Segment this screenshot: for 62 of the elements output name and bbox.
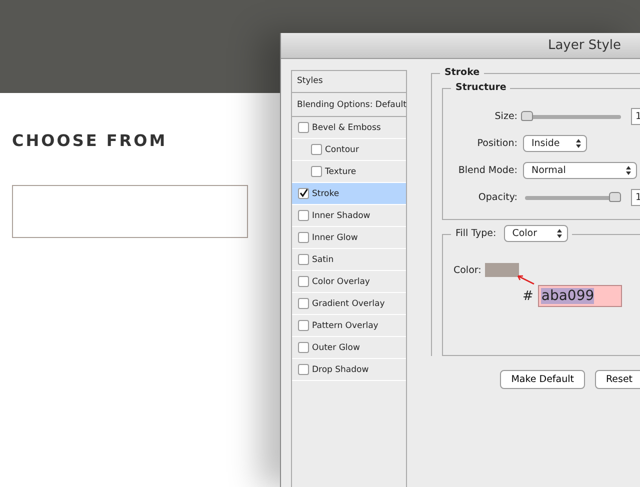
slider-thumb[interactable] <box>521 110 534 120</box>
dropdown[interactable]: Inside <box>523 135 588 152</box>
list-item[interactable]: Contour <box>292 139 406 161</box>
list-item[interactable]: Bevel & Emboss <box>292 117 406 139</box>
item-label: Pattern Overlay <box>312 320 378 330</box>
item-label: Inner Glow <box>312 232 358 242</box>
group-title: Stroke <box>440 67 484 78</box>
field-label: Fill Type: <box>455 228 496 239</box>
checkbox[interactable] <box>298 342 309 353</box>
item-label: Contour <box>325 144 359 154</box>
field-label: Blend Mode: <box>457 165 518 176</box>
checkbox[interactable] <box>311 166 322 177</box>
dialog-button[interactable]: Reset <box>594 370 640 389</box>
field-label: Position: <box>476 138 518 149</box>
dialog-button[interactable]: Make Default <box>500 370 585 389</box>
checkbox[interactable] <box>298 298 309 309</box>
dropdown[interactable]: Normal <box>523 162 638 179</box>
list-item[interactable]: Color Overlay <box>292 271 406 293</box>
group-title: Structure <box>451 82 510 93</box>
item-label: Satin <box>312 254 334 264</box>
window-title: Layer Style <box>548 38 621 53</box>
checkbox[interactable] <box>311 144 322 155</box>
item-label: Color Overlay <box>312 276 370 286</box>
hash-label: # <box>522 288 534 304</box>
item-label: Gradient Overlay <box>312 298 385 308</box>
checkbox[interactable] <box>298 122 309 133</box>
field-label: Color: <box>453 264 482 276</box>
arrow-icon <box>515 273 536 285</box>
list-item[interactable]: Gradient Overlay <box>292 293 406 315</box>
field-label: Opacity: <box>477 192 518 203</box>
stepper-arrows-icon <box>557 229 562 238</box>
item-label: Inner Shadow <box>312 210 370 220</box>
stepper-arrows-icon <box>576 139 582 148</box>
list-item[interactable]: Blending Options: Default <box>292 93 406 117</box>
item-label: Outer Glow <box>312 342 360 352</box>
color-swatch[interactable] <box>485 263 520 277</box>
checkbox[interactable] <box>298 188 309 199</box>
list-item[interactable]: Drop Shadow <box>292 359 406 381</box>
item-label: Stroke <box>312 188 340 198</box>
list-item[interactable]: Inner Shadow <box>292 205 406 227</box>
slider-thumb[interactable] <box>609 192 622 202</box>
list-item[interactable]: Pattern Overlay <box>292 315 406 337</box>
item-label: Drop Shadow <box>312 364 369 374</box>
checkbox[interactable] <box>298 276 309 287</box>
list-item[interactable]: Satin <box>292 249 406 271</box>
checkbox[interactable] <box>298 254 309 265</box>
checkbox[interactable] <box>298 210 309 221</box>
list-item[interactable]: Inner Glow <box>292 227 406 249</box>
checkbox[interactable] <box>298 320 309 331</box>
checkbox[interactable] <box>298 232 309 243</box>
section-heading: CHOOSE FROM <box>12 131 168 150</box>
checkbox[interactable] <box>298 364 309 375</box>
stepper-arrows-icon <box>626 166 632 175</box>
input-field[interactable] <box>12 185 248 238</box>
dropdown[interactable]: Color <box>504 225 568 242</box>
item-label: Bevel & Emboss <box>312 122 381 132</box>
list-item[interactable]: Stroke <box>292 183 406 205</box>
list-item[interactable]: Outer Glow <box>292 337 406 359</box>
item-label: Texture <box>325 166 356 176</box>
hex-input[interactable]: aba099 <box>538 285 622 307</box>
styles-header: Styles <box>292 71 406 93</box>
field-label: Size: <box>494 111 518 122</box>
